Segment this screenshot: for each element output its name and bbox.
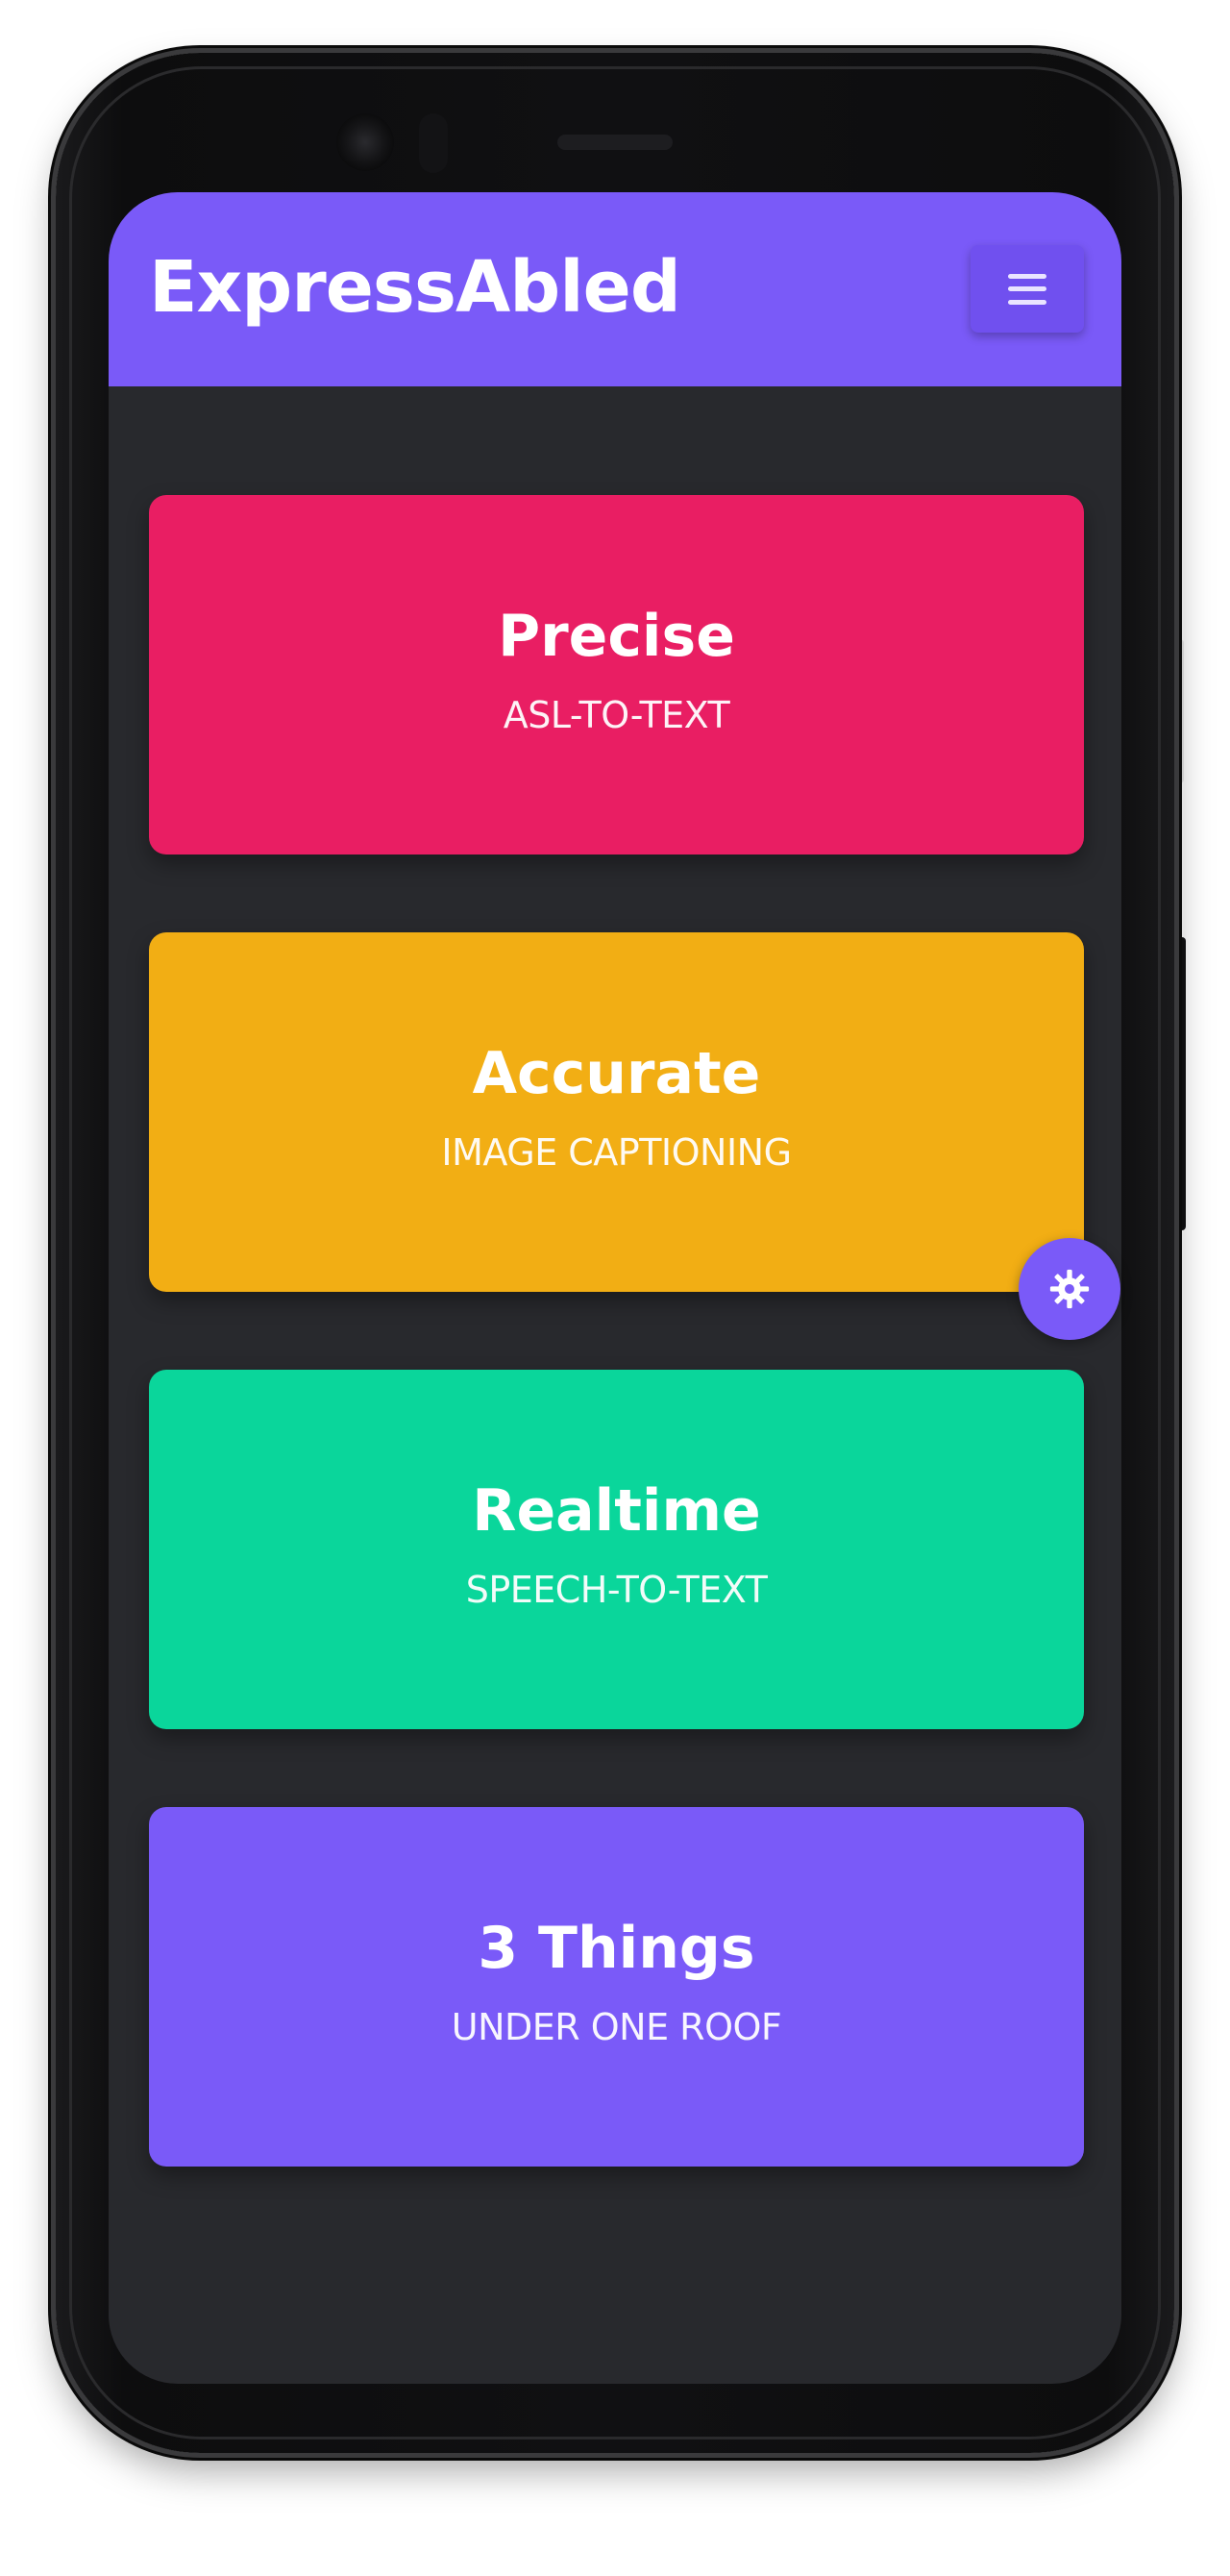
feature-card-three-things[interactable]: 3 Things UNDER ONE ROOF (149, 1807, 1084, 2167)
earpiece-speaker (557, 135, 673, 150)
volume-button (1174, 639, 1184, 783)
app-screen: ExpressAbled Precise ASL-TO-TEXT Accurat… (109, 192, 1121, 2384)
front-camera (336, 113, 394, 171)
menu-toggle-button[interactable] (971, 245, 1084, 333)
card-subtitle: ASL-TO-TEXT (503, 694, 730, 736)
feature-card-accurate[interactable]: Accurate IMAGE CAPTIONING (149, 932, 1084, 1292)
card-subtitle: SPEECH-TO-TEXT (465, 1569, 768, 1611)
card-title: Precise (498, 603, 735, 670)
card-subtitle: IMAGE CAPTIONING (441, 1131, 792, 1174)
hamburger-menu-icon (1008, 273, 1046, 305)
device-mockup: ExpressAbled Precise ASL-TO-TEXT Accurat… (0, 0, 1230, 2576)
card-title: Realtime (472, 1477, 761, 1545)
card-title: 3 Things (478, 1915, 755, 1982)
power-button (1174, 937, 1186, 1230)
feature-card-realtime[interactable]: Realtime SPEECH-TO-TEXT (149, 1370, 1084, 1729)
proximity-sensor (419, 113, 448, 173)
gear-icon (1049, 1269, 1090, 1309)
feature-card-precise[interactable]: Precise ASL-TO-TEXT (149, 495, 1084, 855)
card-subtitle: UNDER ONE ROOF (451, 2006, 782, 2048)
brand-logo-text[interactable]: ExpressAbled (149, 246, 681, 329)
navbar: ExpressAbled (109, 192, 1121, 386)
card-title: Accurate (472, 1040, 761, 1107)
settings-fab-button[interactable] (1019, 1238, 1120, 1340)
